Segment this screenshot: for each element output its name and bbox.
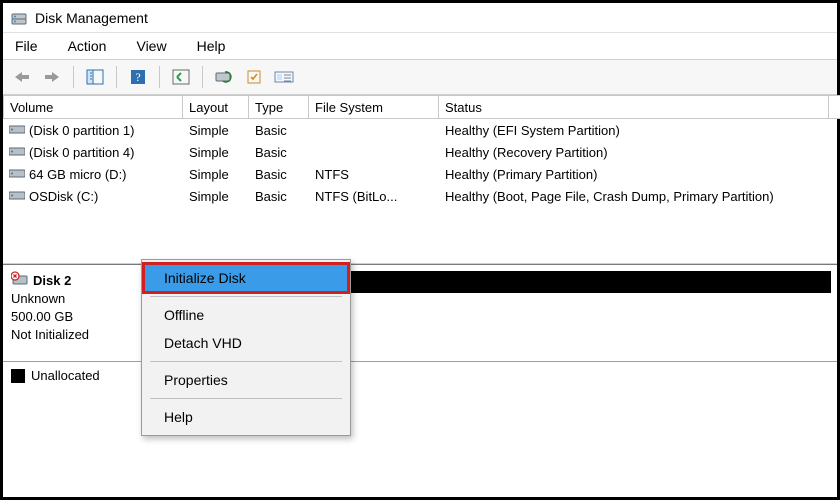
disk-size: 500.00 GB [11,308,134,326]
help-button[interactable]: ? [125,64,151,90]
context-menu-separator [150,398,342,399]
volume-status: Healthy (Recovery Partition) [439,145,829,160]
volume-row[interactable]: OSDisk (C:) Simple Basic NTFS (BitLo... … [3,185,837,207]
volume-status: Healthy (EFI System Partition) [439,123,829,138]
volume-row[interactable]: (Disk 0 partition 1) Simple Basic Health… [3,119,837,141]
context-menu-initialize-disk[interactable]: Initialize Disk [144,264,348,292]
context-menu-help[interactable]: Help [144,403,348,431]
volume-name: (Disk 0 partition 4) [29,145,134,160]
legend-label-unallocated: Unallocated [31,368,100,383]
menubar: File Action View Help [3,33,837,59]
legend-swatch-unallocated [11,369,25,383]
col-header-type[interactable]: Type [249,95,309,119]
volume-layout: Simple [183,123,249,138]
toolbar-separator [159,66,160,88]
context-menu: Initialize Disk Offline Detach VHD Prope… [141,259,351,436]
disk-state: Unknown [11,290,134,308]
disk-error-icon [11,271,29,290]
volume-type: Basic [249,167,309,182]
menu-action[interactable]: Action [62,36,113,56]
col-header-volume[interactable]: Volume [3,95,183,119]
disk-management-icon [11,10,27,26]
volume-name: OSDisk (C:) [29,189,98,204]
svg-text:?: ? [135,70,140,84]
volume-icon [9,189,25,201]
volume-row[interactable]: (Disk 0 partition 4) Simple Basic Health… [3,141,837,163]
disk-info: Disk 2 Unknown 500.00 GB Not Initialized [3,265,143,361]
settings-top-button[interactable] [241,64,267,90]
menu-view[interactable]: View [130,36,172,56]
volume-fs: NTFS (BitLo... [309,189,439,204]
volume-name: 64 GB micro (D:) [29,167,127,182]
volume-list-body: (Disk 0 partition 1) Simple Basic Health… [3,119,837,263]
disk-panel: Disk 2 Unknown 500.00 GB Not Initialized… [3,264,837,362]
back-button[interactable] [9,64,35,90]
volume-list: Volume Layout Type File System Status (D… [3,95,837,264]
volume-layout: Simple [183,167,249,182]
volume-layout: Simple [183,145,249,160]
toolbar-separator [73,66,74,88]
volume-list-header: Volume Layout Type File System Status [3,95,837,119]
context-menu-separator [150,296,342,297]
context-menu-separator [150,361,342,362]
toolbar-separator [116,66,117,88]
forward-button[interactable] [39,64,65,90]
disk-row[interactable]: Disk 2 Unknown 500.00 GB Not Initialized… [3,265,837,362]
col-header-filesystem[interactable]: File System [309,95,439,119]
context-menu-detach-vhd[interactable]: Detach VHD [144,329,348,357]
col-header-layout[interactable]: Layout [183,95,249,119]
volume-type: Basic [249,145,309,160]
disk-init: Not Initialized [11,326,134,344]
context-menu-offline[interactable]: Offline [144,301,348,329]
window-title: Disk Management [35,10,148,26]
toolbar: ? [3,59,837,95]
volume-name: (Disk 0 partition 1) [29,123,134,138]
context-menu-properties[interactable]: Properties [144,366,348,394]
col-header-status[interactable]: Status [439,95,829,119]
volume-type: Basic [249,123,309,138]
volume-row[interactable]: 64 GB micro (D:) Simple Basic NTFS Healt… [3,163,837,185]
menu-help[interactable]: Help [191,36,232,56]
volume-icon [9,167,25,179]
volume-type: Basic [249,189,309,204]
volume-fs: NTFS [309,167,439,182]
legend: Unallocated [3,362,837,389]
volume-icon [9,145,25,157]
disk-graphic[interactable]: Initialize Disk Offline Detach VHD Prope… [143,265,837,361]
disk-name: Disk 2 [33,273,71,288]
toolbar-separator [202,66,203,88]
disk-title: Disk 2 [11,271,134,290]
rescan-disks-button[interactable] [211,64,237,90]
show-hide-console-tree-button[interactable] [82,64,108,90]
refresh-button[interactable] [168,64,194,90]
volume-layout: Simple [183,189,249,204]
volume-icon [9,123,25,135]
volume-status: Healthy (Boot, Page File, Crash Dump, Pr… [439,189,829,204]
col-header-spacer [829,95,840,119]
volume-status: Healthy (Primary Partition) [439,167,829,182]
menu-file[interactable]: File [9,36,44,56]
settings-bottom-button[interactable] [271,64,297,90]
titlebar: Disk Management [3,3,837,33]
